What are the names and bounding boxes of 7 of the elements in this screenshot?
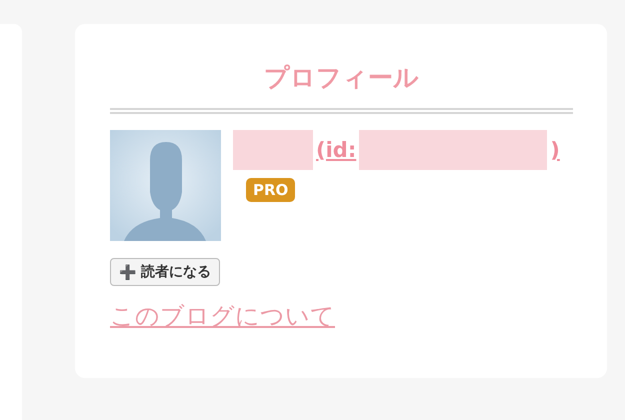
about-blog-link[interactable]: このブログについて — [110, 300, 335, 332]
user-id-link[interactable]: ) — [547, 138, 563, 162]
user-id-link[interactable]: (id: — [313, 138, 360, 162]
pro-badge: PRO — [246, 178, 296, 202]
avatar-icon — [110, 130, 221, 241]
profile-title: プロフィール — [263, 62, 420, 94]
follow-button[interactable]: ➕ 読者になる — [110, 258, 220, 286]
